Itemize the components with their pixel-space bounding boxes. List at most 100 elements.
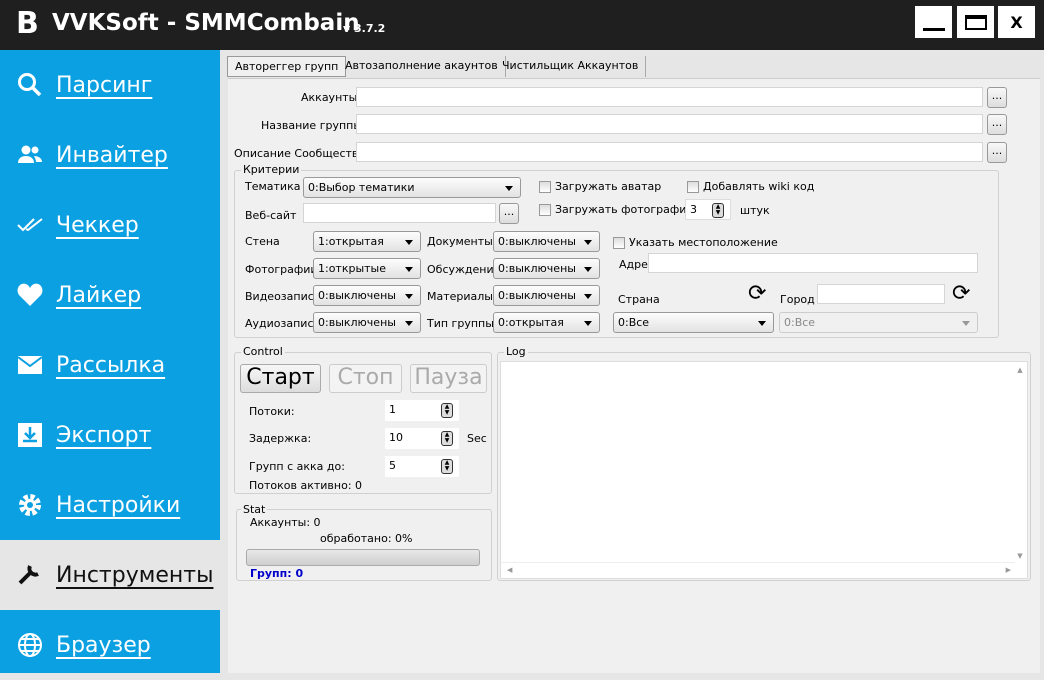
group-name-label: Название группы	[261, 119, 363, 132]
group-name-input[interactable]	[356, 114, 983, 134]
discussions-select[interactable]: 0:выключены	[493, 258, 600, 279]
search-icon	[0, 72, 56, 98]
tab-account-cleaner[interactable]: Чистильщик Аккаунтов	[495, 56, 647, 77]
app-version: v 3.7.2	[343, 22, 386, 35]
upload-photos-checkbox[interactable]: Загружать фотографии	[539, 203, 694, 216]
wrench-icon	[0, 562, 56, 588]
audio-select[interactable]: 0:выключены	[313, 312, 421, 333]
city-label: Город	[780, 293, 815, 306]
discussions-label: Обсуждения	[427, 263, 501, 276]
maximize-button[interactable]	[957, 6, 994, 38]
docs-label: Документы	[427, 235, 493, 248]
sidebar-item-parsing[interactable]: Парсинг	[0, 50, 220, 120]
pause-button[interactable]: Пауза	[410, 364, 487, 393]
sidebar-item-tools[interactable]: Инструменты	[0, 540, 220, 610]
photos-label: Фотографии	[245, 263, 318, 276]
accounts-input[interactable]	[356, 87, 983, 107]
mail-icon	[0, 355, 56, 375]
city-search-input[interactable]	[817, 284, 945, 304]
address-input[interactable]	[648, 253, 978, 273]
app-logo: B	[16, 6, 39, 41]
spinner-arrows-icon: ▲ ▼	[441, 403, 453, 418]
sidebar-item-checker[interactable]: Чеккер	[0, 190, 220, 260]
delay-unit-label: Sec	[467, 432, 487, 445]
threads-spinner[interactable]: 1 ▲ ▼	[385, 400, 459, 421]
gear-icon	[0, 492, 56, 518]
log-horizontal-scrollbar[interactable]: ◀ ▶	[501, 562, 1015, 578]
maximize-icon	[964, 14, 987, 30]
minimize-button[interactable]	[915, 6, 952, 38]
country-refresh-icon[interactable]: ⟳	[748, 283, 766, 305]
photos-unit-label: штук	[740, 204, 770, 217]
delay-label: Задержка:	[249, 432, 312, 445]
globe-icon	[0, 632, 56, 658]
control-title: Control	[241, 345, 285, 358]
stop-button[interactable]: Стоп	[329, 364, 402, 393]
docs-select[interactable]: 0:выключены	[493, 231, 600, 252]
download-icon	[0, 422, 56, 448]
double-check-icon	[0, 216, 56, 234]
app-title: VVKSoft - SMMCombain	[52, 10, 360, 36]
stat-title: Stat	[241, 503, 268, 516]
log-textarea[interactable]: ▲ ▼ ◀ ▶	[500, 361, 1028, 579]
progress-bar	[246, 549, 480, 566]
materials-label: Материалы	[427, 290, 493, 303]
tab-group-autoreg[interactable]: Автореггер групп	[227, 56, 347, 77]
video-select[interactable]: 0:выключены	[313, 285, 421, 306]
log-title: Log	[504, 345, 528, 358]
location-checkbox[interactable]: Указать местоположение	[613, 236, 778, 249]
description-input[interactable]	[356, 142, 983, 162]
website-browse-button[interactable]: ...	[499, 203, 519, 224]
close-button[interactable]: X	[998, 6, 1035, 38]
users-icon	[0, 144, 56, 166]
sidebar-item-mailing[interactable]: Рассылка	[0, 330, 220, 400]
website-label: Веб-сайт	[245, 209, 297, 222]
group-name-browse-button[interactable]: ...	[987, 114, 1007, 135]
city-select[interactable]: 0:Все	[779, 312, 978, 333]
city-refresh-icon[interactable]: ⟳	[952, 283, 970, 305]
country-label: Страна	[618, 293, 660, 306]
sidebar-item-browser[interactable]: Браузер	[0, 610, 220, 680]
country-select[interactable]: 0:Все	[613, 312, 774, 333]
threads-label: Потоки:	[249, 405, 295, 418]
description-browse-button[interactable]: ...	[987, 142, 1007, 163]
add-wiki-checkbox[interactable]: Добавлять wiki код	[687, 180, 814, 193]
stat-groups: Групп: 0	[250, 567, 304, 580]
sidebar-item-inviter[interactable]: Инвайтер	[0, 120, 220, 190]
active-threads-label: Потоков активно: 0	[249, 479, 363, 492]
upload-avatar-checkbox[interactable]: Загружать аватар	[539, 180, 661, 193]
sidebar-item-export[interactable]: Экспорт	[0, 400, 220, 470]
heart-icon	[0, 283, 56, 307]
photos-count-spinner[interactable]: 3 ▲ ▼	[685, 199, 731, 220]
groups-per-account-spinner[interactable]: 5 ▲ ▼	[385, 456, 459, 477]
theme-label: Тематика	[245, 180, 301, 193]
tab-account-autofill[interactable]: Автозаполнение акаунтов	[338, 56, 506, 77]
stat-accounts: Аккаунты: 0	[250, 516, 321, 529]
criteria-title: Критерии	[241, 163, 302, 176]
sidebar-item-liker[interactable]: Лайкер	[0, 260, 220, 330]
description-label: Описание Сообщества	[234, 147, 366, 160]
wall-select[interactable]: 1:открытая	[313, 231, 421, 252]
photos-select[interactable]: 1:открытые	[313, 258, 421, 279]
start-button[interactable]: Старт	[240, 364, 321, 393]
sidebar: Парсинг Инвайтер Чеккер Лайкер Рассылка …	[0, 50, 220, 673]
materials-select[interactable]: 0:выключены	[493, 285, 600, 306]
website-input[interactable]	[303, 203, 496, 223]
accounts-browse-button[interactable]: ...	[987, 87, 1007, 108]
stat-processed: обработано: 0%	[320, 532, 413, 545]
title-bar: B VVKSoft - SMMCombain v 3.7.2 X	[0, 0, 1044, 50]
spinner-arrows-icon: ▲ ▼	[441, 431, 453, 446]
log-vertical-scrollbar[interactable]: ▲ ▼	[1013, 362, 1027, 562]
minimize-icon	[922, 27, 945, 31]
theme-select[interactable]: 0:Выбор тематики	[303, 177, 521, 198]
sidebar-item-settings[interactable]: Настройки	[0, 470, 220, 540]
wall-label: Стена	[245, 235, 280, 248]
accounts-label: Аккаунты	[301, 91, 358, 104]
spinner-arrows-icon: ▲ ▼	[712, 203, 724, 218]
video-label: Видеозаписи	[245, 290, 321, 303]
delay-spinner[interactable]: 10 ▲ ▼	[385, 428, 459, 449]
group-type-label: Тип группы	[427, 317, 494, 330]
spinner-arrows-icon: ▲ ▼	[441, 459, 453, 474]
group-type-select[interactable]: 0:открытая	[493, 312, 600, 333]
groups-per-account-label: Групп с акка до:	[249, 460, 345, 473]
